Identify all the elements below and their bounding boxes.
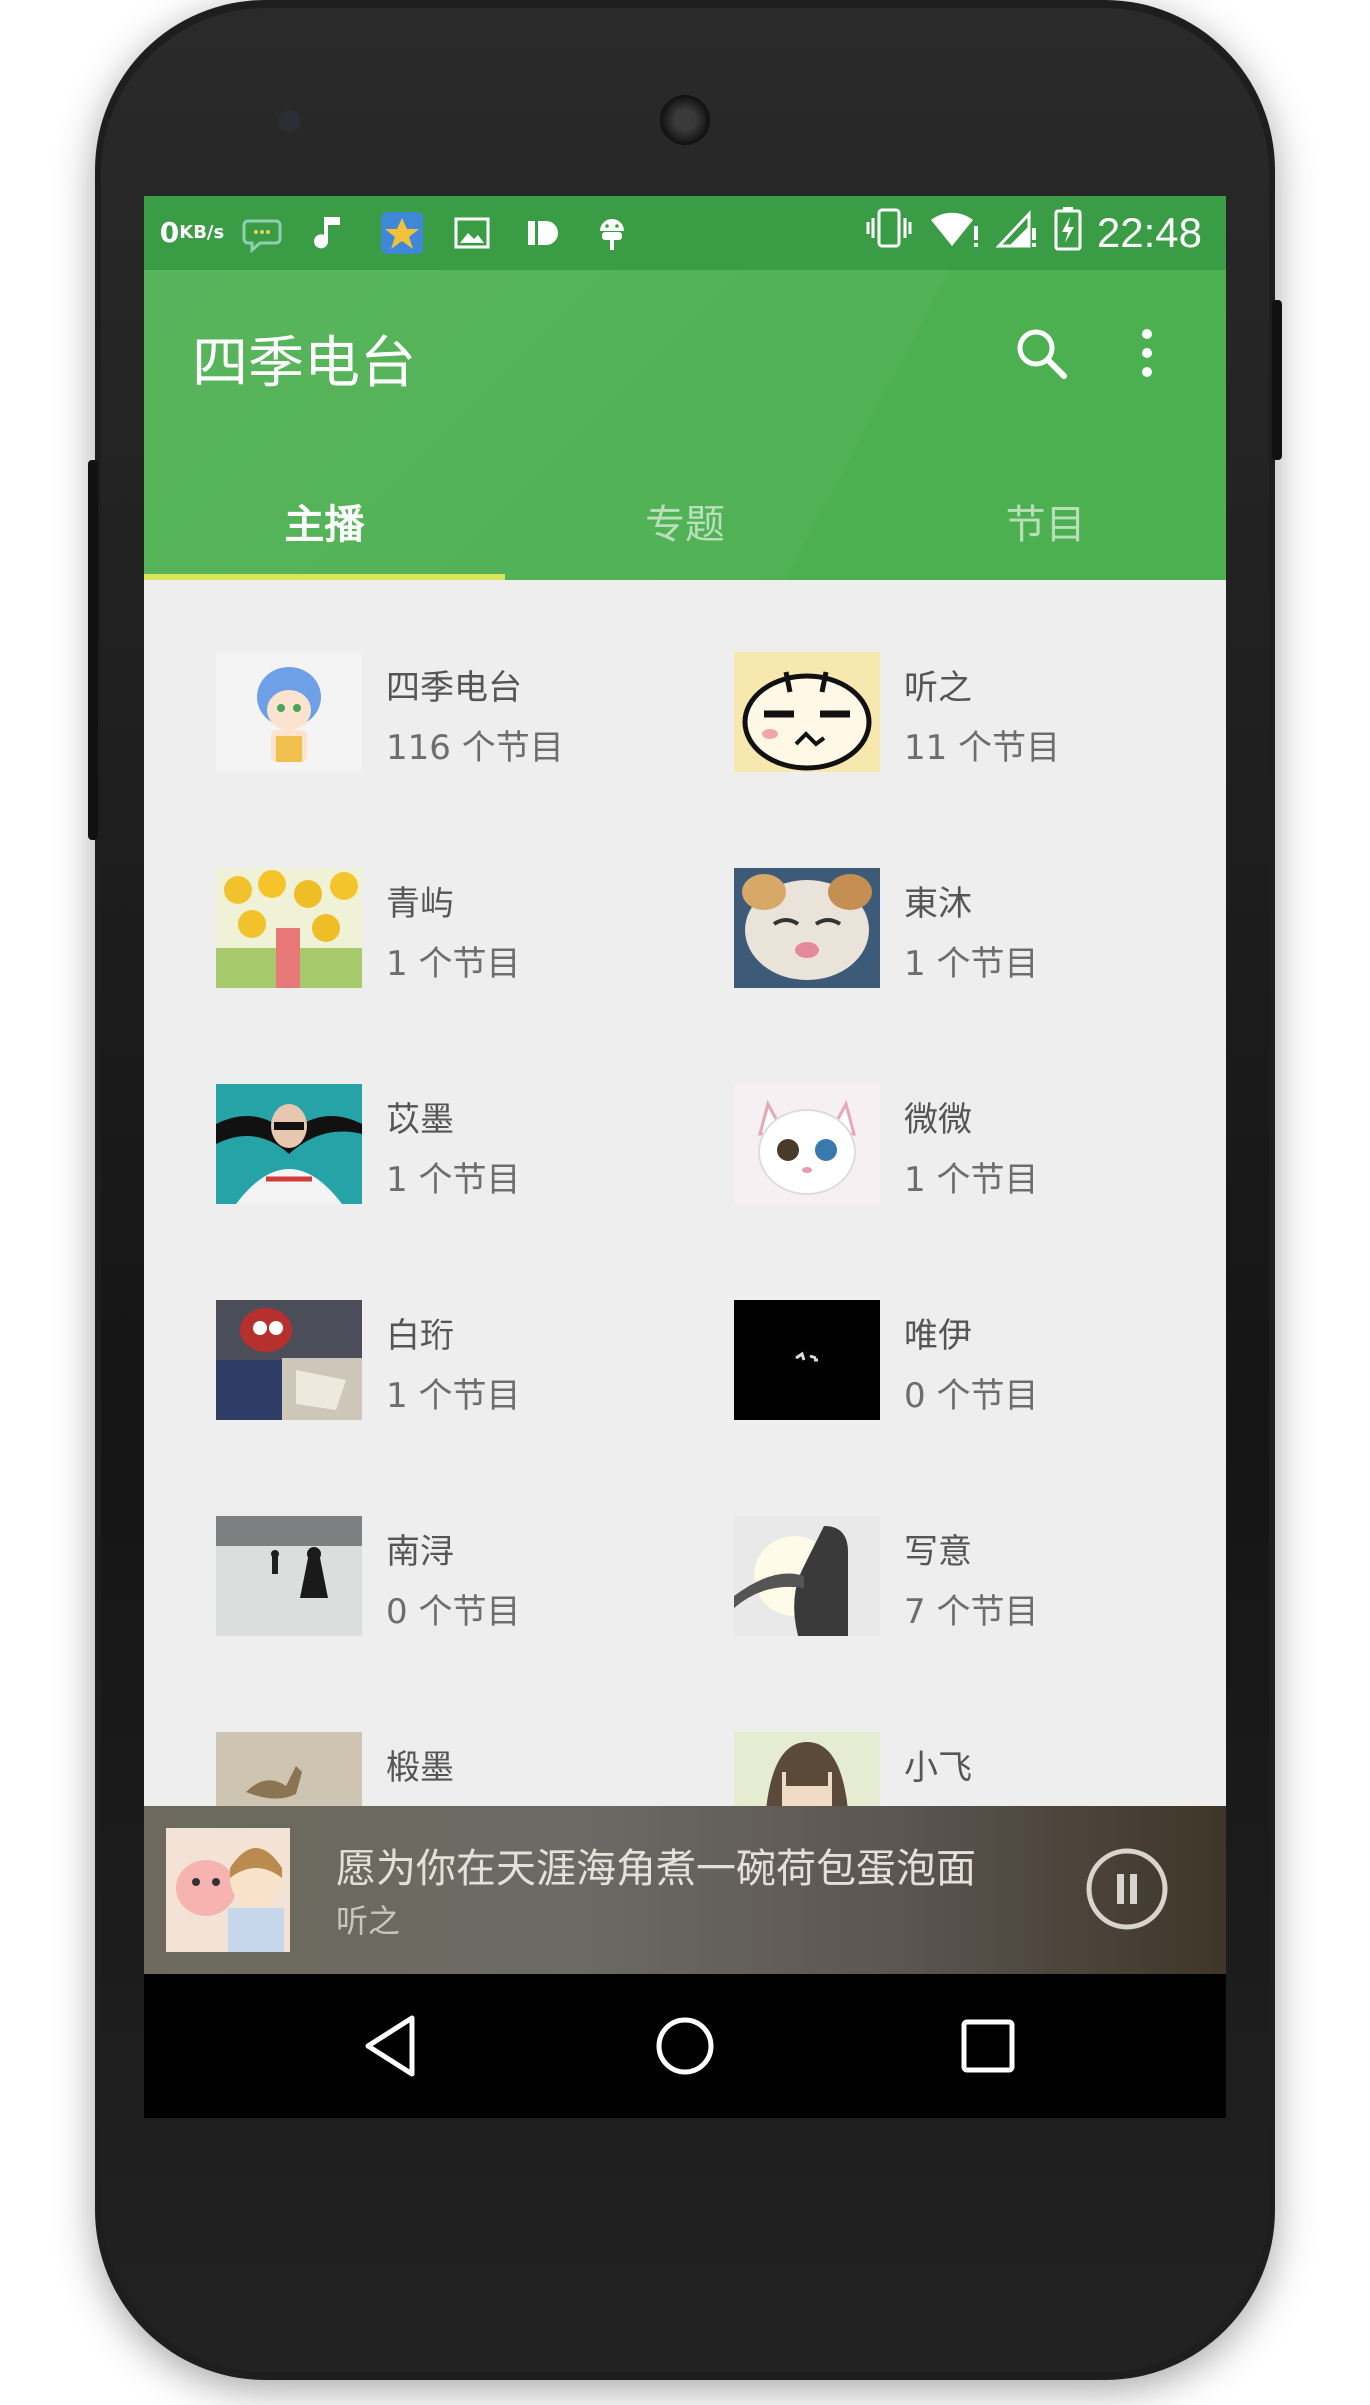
host-program-count: 1 个节目 — [386, 1160, 521, 1200]
host-program-count: 116 个节目 — [386, 728, 564, 768]
pause-icon — [1086, 1848, 1168, 1930]
host-name: 白珩 — [386, 1316, 454, 1356]
host-item[interactable]: 苡墨 1 个节目 — [216, 1084, 736, 1214]
host-name: 椴墨 — [386, 1748, 454, 1788]
star-app-icon — [376, 207, 428, 259]
front-camera — [660, 95, 710, 145]
tab-programs[interactable]: 节目 — [865, 470, 1226, 580]
host-name: 小飞 — [904, 1748, 972, 1788]
host-avatar — [216, 1516, 362, 1636]
host-avatar — [734, 652, 880, 772]
host-item[interactable]: 青屿 1 个节目 — [216, 868, 736, 998]
host-name: 苡墨 — [386, 1100, 454, 1140]
host-avatar — [734, 1084, 880, 1204]
host-name: 青屿 — [386, 884, 454, 924]
id-app-icon — [516, 207, 568, 259]
search-icon — [1017, 329, 1067, 379]
host-program-count: 1 个节目 — [386, 944, 521, 984]
image-icon — [446, 207, 498, 259]
host-item[interactable]: 唯伊 0 个节目 — [734, 1300, 1226, 1430]
net-speed-unit: KB/s — [179, 222, 225, 243]
host-avatar — [734, 1300, 880, 1420]
tab-topics[interactable]: 专题 — [505, 470, 866, 580]
search-button[interactable] — [1006, 318, 1076, 388]
host-name: 听之 — [904, 668, 972, 708]
host-program-count: 0 个节目 — [904, 1376, 1039, 1416]
system-nav-bar — [144, 1974, 1226, 2118]
host-item[interactable]: 四季电台 116 个节目 — [216, 652, 736, 782]
now-playing-title: 愿为你在天涯海角煮一碗荷包蛋泡面 — [336, 1846, 976, 1892]
signal-icon — [995, 206, 1039, 260]
host-name: 微微 — [904, 1100, 972, 1140]
now-playing-cover — [166, 1828, 290, 1952]
host-item[interactable]: 白珩 1 个节目 — [216, 1300, 736, 1430]
volume-button — [88, 460, 98, 840]
host-name: 写意 — [904, 1532, 972, 1572]
host-avatar — [216, 1300, 362, 1420]
host-program-count: 11 个节目 — [904, 728, 1061, 768]
host-program-count: 0 个节目 — [386, 1592, 521, 1632]
page-title: 四季电台 — [192, 331, 416, 396]
app-bar: 四季电台 主播 专题 节目 — [144, 270, 1226, 580]
host-name: 四季电台 — [386, 668, 522, 708]
back-icon — [365, 2015, 415, 2077]
host-avatar — [734, 868, 880, 988]
more-options-button[interactable] — [1112, 318, 1182, 388]
power-button — [1272, 300, 1282, 460]
home-button[interactable] — [647, 2008, 723, 2084]
chat-bubble-icon — [236, 207, 288, 259]
host-program-count: 1 个节目 — [386, 1376, 521, 1416]
host-program-count: 7 个节目 — [904, 1592, 1039, 1632]
host-item[interactable]: 微微 1 个节目 — [734, 1084, 1226, 1214]
now-playing-artist: 听之 — [336, 1902, 401, 1940]
home-icon — [656, 2017, 714, 2075]
host-program-count: 1 个节目 — [904, 944, 1039, 984]
android-icon — [586, 207, 638, 259]
host-item[interactable]: 南浔 0 个节目 — [216, 1516, 736, 1646]
host-item[interactable]: 听之 11 个节目 — [734, 652, 1226, 782]
host-name: 南浔 — [386, 1532, 454, 1572]
tab-bar: 主播 专题 节目 — [144, 470, 1226, 580]
host-avatar — [216, 652, 362, 772]
battery-charging-icon — [1053, 205, 1083, 261]
status-clock: 22:48 — [1096, 209, 1202, 256]
pause-button[interactable] — [1084, 1846, 1170, 1932]
recents-icon — [961, 2019, 1015, 2073]
host-name: 東沐 — [904, 884, 972, 924]
tab-hosts[interactable]: 主播 — [144, 470, 505, 580]
net-speed-indicator: 0 KB/s — [160, 207, 224, 259]
host-program-count: 1 个节目 — [904, 1160, 1039, 1200]
mini-player[interactable]: 愿为你在天涯海角煮一碗荷包蛋泡面 听之 — [144, 1806, 1226, 1974]
vibrate-icon — [863, 206, 915, 260]
host-grid: 四季电台 116 个节目 听之 11 个节目 青屿 1 个节目 東沐 1 个节目… — [144, 580, 1226, 2000]
recents-button[interactable] — [950, 2008, 1026, 2084]
host-avatar — [734, 1516, 880, 1636]
proximity-sensor — [278, 110, 300, 132]
host-item[interactable]: 写意 7 个节目 — [734, 1516, 1226, 1646]
back-button[interactable] — [354, 2008, 430, 2084]
host-name: 唯伊 — [904, 1316, 972, 1356]
host-item[interactable]: 東沐 1 个节目 — [734, 868, 1226, 998]
host-avatar — [216, 1084, 362, 1204]
screen: 0 KB/s 22:48 四季电台 主播 专题 节目 四季电台 116 个节目 … — [144, 196, 1226, 2118]
more-vert-icon — [1142, 329, 1152, 377]
music-note-icon — [306, 207, 358, 259]
status-bar: 0 KB/s 22:48 — [144, 196, 1226, 270]
host-avatar — [216, 868, 362, 988]
wifi-icon — [929, 206, 981, 260]
net-speed-value: 0 — [159, 216, 180, 249]
